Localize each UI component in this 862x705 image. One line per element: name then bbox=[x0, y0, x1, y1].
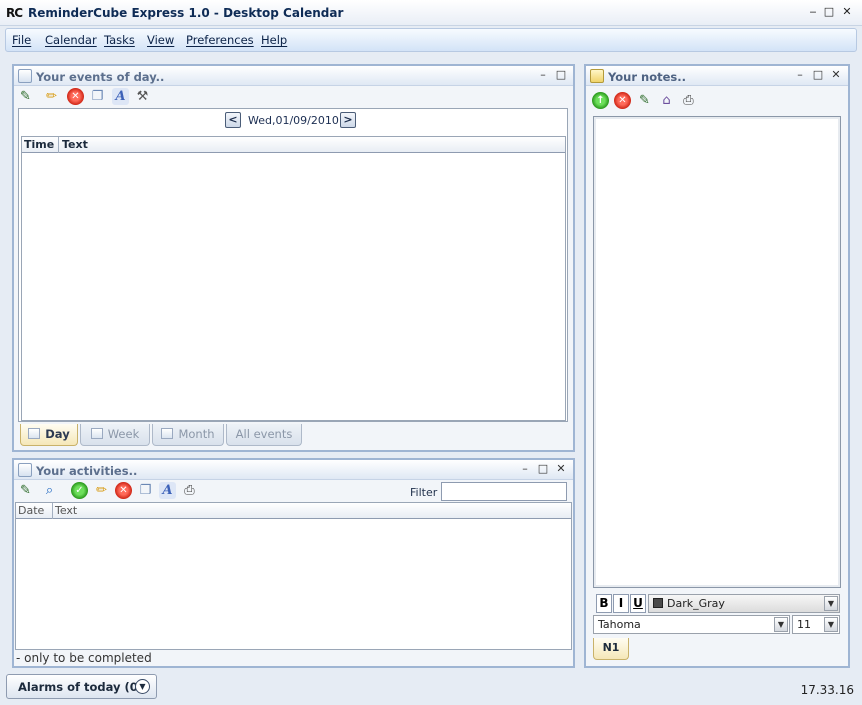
calendar-month-icon bbox=[161, 428, 174, 439]
calendar-week-icon bbox=[90, 428, 103, 439]
menu-help[interactable]: Help bbox=[261, 33, 287, 47]
edit-activity-icon[interactable]: ✏ bbox=[93, 482, 110, 499]
bold-button[interactable]: B bbox=[596, 594, 612, 613]
new-activity-icon[interactable]: ✎ bbox=[17, 482, 34, 499]
edit-note-icon[interactable]: ✎ bbox=[636, 92, 653, 109]
tab-week[interactable]: Week bbox=[80, 424, 150, 446]
menu-calendar[interactable]: Calendar bbox=[45, 33, 97, 47]
notes-panel-title: Your notes.. bbox=[608, 70, 687, 84]
print-icon[interactable]: ⎙ bbox=[181, 482, 198, 499]
column-time[interactable]: Time bbox=[24, 138, 54, 151]
tab-note-n1[interactable]: N1 bbox=[593, 638, 629, 660]
activities-table[interactable]: Date Text bbox=[15, 502, 572, 650]
menu-view[interactable]: View bbox=[147, 33, 174, 47]
size-select[interactable]: 11 ▼ bbox=[792, 615, 840, 634]
events-minimize-button[interactable]: – bbox=[537, 69, 549, 81]
delete-note-icon[interactable]: ✕ bbox=[614, 92, 631, 109]
column-activity-text[interactable]: Text bbox=[55, 504, 77, 517]
notes-icon bbox=[590, 69, 604, 83]
tab-month[interactable]: Month bbox=[152, 424, 224, 446]
notes-panel-header: Your notes.. – □ ✕ bbox=[586, 66, 848, 86]
menu-tasks[interactable]: Tasks bbox=[104, 33, 135, 47]
archive-icon[interactable]: ⌂ bbox=[658, 92, 675, 109]
title-bar: RC ReminderCube Express 1.0 - Desktop Ca… bbox=[0, 0, 862, 26]
chevron-down-icon[interactable]: ▼ bbox=[135, 679, 150, 694]
chevron-down-icon[interactable]: ▼ bbox=[824, 596, 838, 611]
close-button[interactable]: ✕ bbox=[840, 5, 854, 19]
activities-panel-header: Your activities.. – □ ✕ bbox=[14, 460, 573, 480]
font-value: Tahoma bbox=[598, 618, 641, 631]
chevron-down-icon[interactable]: ▼ bbox=[824, 617, 838, 632]
events-panel-header: Your events of day.. – □ bbox=[14, 66, 573, 86]
notes-maximize-button[interactable]: □ bbox=[812, 69, 824, 81]
font-icon[interactable]: A bbox=[112, 88, 129, 105]
add-note-icon[interactable]: ↑ bbox=[592, 92, 609, 109]
alarms-button[interactable]: Alarms of today (0) ▼ bbox=[6, 674, 157, 699]
window-title: ReminderCube Express 1.0 - Desktop Calen… bbox=[28, 6, 344, 20]
underline-button[interactable]: U bbox=[630, 594, 646, 613]
column-separator bbox=[58, 137, 59, 153]
events-panel-title: Your events of day.. bbox=[36, 70, 165, 84]
column-separator bbox=[52, 503, 53, 519]
events-panel: Your events of day.. – □ ✎ ✏ ✕ ❐ A ⚒ < W… bbox=[12, 64, 575, 452]
italic-button[interactable]: I bbox=[613, 594, 629, 613]
size-value: 11 bbox=[797, 618, 811, 631]
app-logo: RC bbox=[6, 6, 23, 20]
copy-icon[interactable]: ❐ bbox=[89, 88, 106, 105]
menu-file[interactable]: File bbox=[12, 33, 31, 47]
font-select[interactable]: Tahoma ▼ bbox=[593, 615, 790, 634]
tools-icon[interactable]: ⚒ bbox=[134, 88, 151, 105]
events-maximize-button[interactable]: □ bbox=[555, 69, 567, 81]
color-value: Dark_Gray bbox=[667, 597, 725, 610]
events-view: < Wed,01/09/2010 > Time Text bbox=[18, 108, 568, 422]
events-table[interactable]: Time Text bbox=[21, 136, 566, 421]
color-select[interactable]: Dark_Gray ▼ bbox=[648, 594, 840, 613]
color-swatch bbox=[653, 598, 663, 608]
tab-month-label: Month bbox=[178, 427, 215, 441]
alarms-label: Alarms of today (0) bbox=[18, 680, 144, 694]
minimize-button[interactable]: ‒ bbox=[806, 5, 820, 19]
calendar-day-icon bbox=[28, 428, 41, 439]
edit-icon[interactable]: ✏ bbox=[43, 88, 60, 105]
delete-activity-icon[interactable]: ✕ bbox=[115, 482, 132, 499]
filter-input[interactable] bbox=[441, 482, 567, 501]
tab-all-events[interactable]: All events bbox=[226, 424, 302, 446]
tab-day[interactable]: Day bbox=[20, 424, 78, 446]
activities-icon bbox=[18, 463, 32, 477]
filter-label: Filter bbox=[410, 486, 438, 499]
new-event-icon[interactable]: ✎ bbox=[17, 88, 34, 105]
activities-panel: Your activities.. – □ ✕ ✎ ⌕ ✓ ✏ ✕ ❐ A ⎙ … bbox=[12, 458, 575, 668]
chevron-down-icon[interactable]: ▼ bbox=[774, 617, 788, 632]
column-date[interactable]: Date bbox=[18, 504, 44, 517]
delete-icon[interactable]: ✕ bbox=[67, 88, 84, 105]
activities-panel-title: Your activities.. bbox=[36, 464, 138, 478]
notes-panel: Your notes.. – □ ✕ ↑ ✕ ✎ ⌂ ⎙ B I U Dark_… bbox=[584, 64, 850, 668]
prev-day-button[interactable]: < bbox=[225, 112, 241, 128]
activities-footer: - only to be completed bbox=[16, 651, 152, 665]
menu-preferences[interactable]: Preferences bbox=[186, 33, 254, 47]
notes-close-button[interactable]: ✕ bbox=[830, 69, 842, 81]
tab-day-label: Day bbox=[45, 427, 70, 441]
copy-activity-icon[interactable]: ❐ bbox=[137, 482, 154, 499]
tab-week-label: Week bbox=[107, 427, 140, 441]
next-day-button[interactable]: > bbox=[340, 112, 356, 128]
column-text[interactable]: Text bbox=[62, 138, 88, 151]
activities-maximize-button[interactable]: □ bbox=[537, 463, 549, 475]
activities-close-button[interactable]: ✕ bbox=[555, 463, 567, 475]
activities-table-header: Date Text bbox=[16, 503, 571, 519]
maximize-button[interactable]: □ bbox=[822, 5, 836, 19]
complete-icon[interactable]: ✓ bbox=[71, 482, 88, 499]
font-activity-icon[interactable]: A bbox=[159, 482, 176, 499]
calendar-icon bbox=[18, 69, 32, 83]
events-table-header: Time Text bbox=[22, 137, 565, 153]
search-icon[interactable]: ⌕ bbox=[41, 482, 58, 499]
note-editor[interactable] bbox=[593, 116, 841, 588]
current-date: Wed,01/09/2010 bbox=[248, 114, 339, 127]
notes-minimize-button[interactable]: – bbox=[794, 69, 806, 81]
clock: 17.33.16 bbox=[800, 683, 854, 697]
menu-bar: File Calendar Tasks View Preferences Hel… bbox=[5, 28, 857, 52]
print-note-icon[interactable]: ⎙ bbox=[680, 92, 697, 109]
activities-minimize-button[interactable]: – bbox=[519, 463, 531, 475]
